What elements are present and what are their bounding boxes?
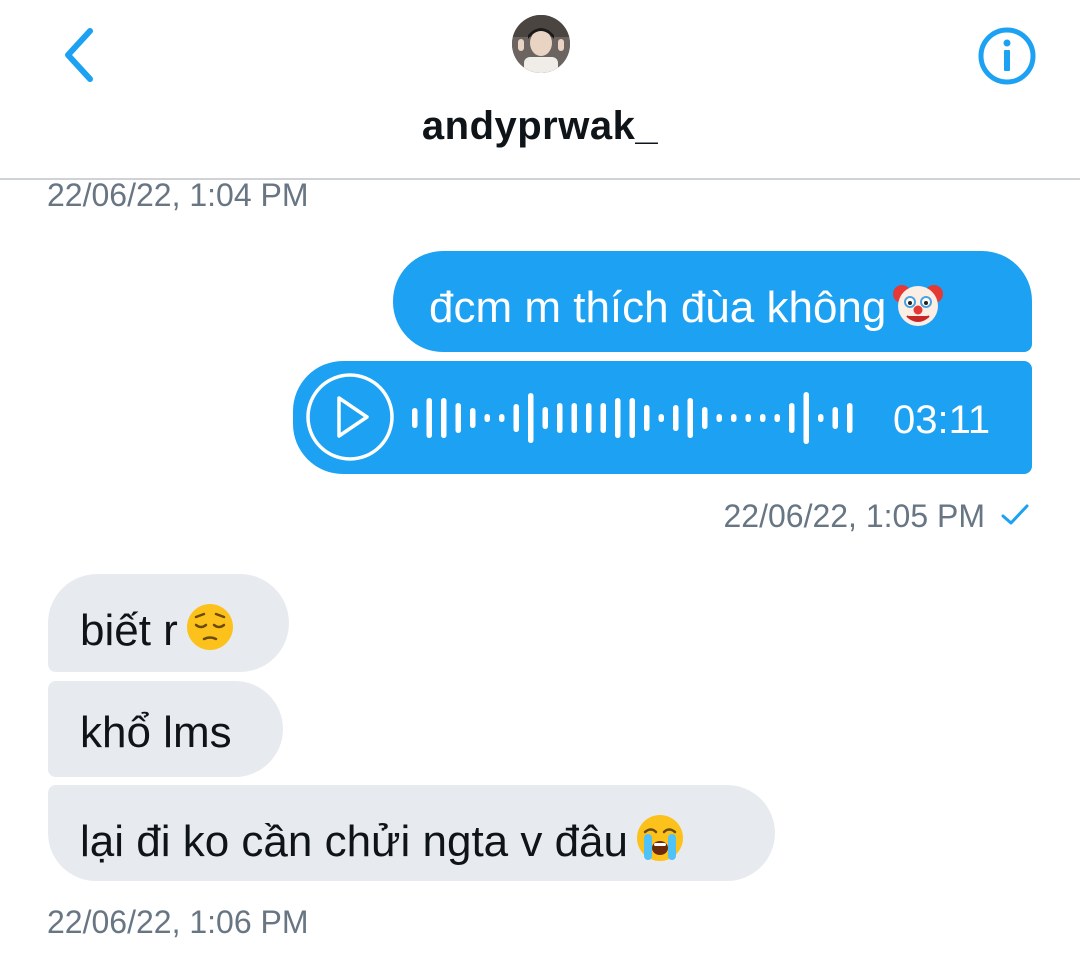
chevron-left-icon — [65, 28, 93, 82]
play-button[interactable] — [305, 372, 395, 462]
waveform-bar — [745, 414, 751, 422]
waveform-bar — [571, 403, 577, 433]
audio-waveform[interactable] — [408, 377, 858, 459]
waveform-bar — [687, 398, 693, 438]
waveform-bar — [774, 414, 780, 422]
message-text: biết r — [80, 606, 178, 655]
waveform-bar — [426, 398, 432, 438]
waveform-bar — [557, 403, 563, 433]
message-text-wrap: biết r — [80, 601, 236, 656]
waveform-bar — [716, 414, 722, 422]
waveform-bar — [441, 398, 447, 438]
message-timestamp: 22/06/22, 1:06 PM — [47, 904, 309, 940]
waveform-bar — [673, 405, 679, 431]
message-text: đcm m thích đùa không — [429, 283, 887, 332]
conversation-header: andyprwak_ — [0, 0, 1080, 180]
waveform-bar — [658, 414, 664, 422]
clown-face-icon — [893, 285, 944, 326]
info-button[interactable] — [977, 26, 1037, 86]
voice-message-bubble[interactable]: 03:11 — [293, 361, 1032, 474]
incoming-message-bubble[interactable]: biết r — [48, 574, 289, 672]
waveform-bar — [832, 407, 838, 429]
avatar[interactable] — [512, 15, 570, 73]
check-icon — [1001, 504, 1029, 525]
waveform-bar — [542, 407, 548, 429]
message-text: khổ lms — [80, 708, 232, 757]
play-icon — [306, 373, 394, 461]
info-icon — [978, 27, 1036, 85]
message-text: lại đi ko cần chửi ngta v đâu — [80, 817, 629, 866]
avatar-image — [512, 15, 570, 73]
outgoing-message-bubble[interactable]: đcm m thích đùa không — [393, 251, 1032, 352]
message-text-wrap: lại đi ko cần chửi ngta v đâu — [80, 812, 686, 867]
message-timestamp: 22/06/22, 1:05 PM — [723, 498, 985, 534]
incoming-message-bubble[interactable]: khổ lms — [48, 681, 283, 777]
conversation-username: andyprwak_ — [421, 104, 659, 148]
waveform-bar — [586, 403, 592, 433]
waveform-bar — [528, 393, 534, 443]
waveform-bar — [644, 405, 650, 431]
pensive-face-icon — [186, 604, 233, 650]
waveform-bar — [731, 414, 737, 422]
waveform-bar — [484, 414, 490, 422]
waveform-bar — [629, 398, 635, 438]
waveform-bar — [513, 404, 519, 432]
waveform-bar — [760, 414, 766, 422]
waveform-bar — [847, 403, 853, 433]
waveform-bar — [600, 403, 606, 433]
waveform-bar — [818, 414, 824, 422]
waveform-bar — [412, 408, 418, 428]
message-text-wrap: đcm m thích đùa không — [429, 278, 944, 333]
message-timestamp: 22/06/22, 1:04 PM — [47, 177, 309, 213]
waveform-bar — [470, 408, 476, 428]
waveform-bar — [803, 392, 809, 444]
voice-duration: 03:11 — [893, 398, 991, 442]
incoming-message-bubble[interactable]: lại đi ko cần chửi ngta v đâu — [48, 785, 775, 881]
waveform-bar — [455, 403, 461, 433]
loudly-crying-face-icon — [637, 815, 684, 861]
waveform-bar — [702, 407, 708, 429]
back-button[interactable] — [48, 20, 108, 90]
waveform-bar — [615, 398, 621, 438]
waveform-bar — [789, 403, 795, 433]
waveform-bar — [499, 414, 505, 422]
